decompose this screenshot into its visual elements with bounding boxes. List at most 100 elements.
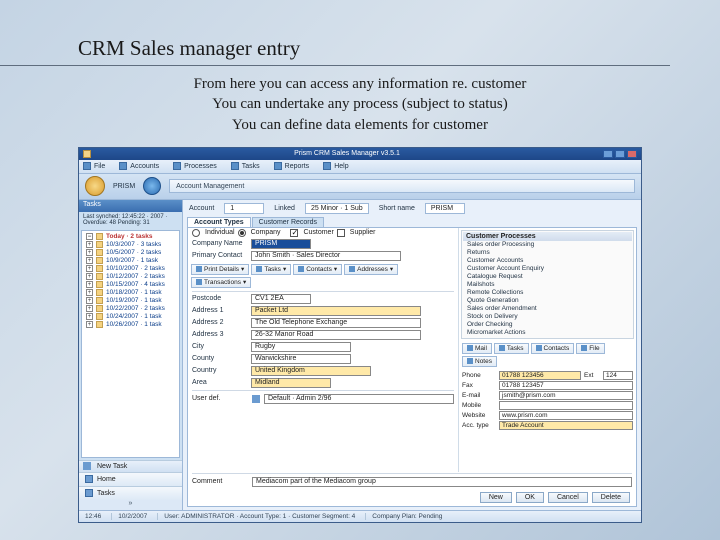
- tb-rtasks[interactable]: Tasks: [494, 343, 529, 354]
- expand-icon[interactable]: +: [86, 321, 93, 328]
- tb-transactions[interactable]: Transactions ▾: [191, 277, 251, 288]
- primary-contact-select[interactable]: John Smith · Sales Director: [251, 251, 401, 261]
- breadcrumb[interactable]: Account Management: [169, 179, 635, 193]
- userdef-input[interactable]: Default · Admin 2/96: [264, 394, 454, 404]
- proc-item[interactable]: Micromarket Actions: [463, 329, 632, 337]
- tree-node[interactable]: +10/18/2007 · 1 task: [84, 289, 177, 297]
- tree-node[interactable]: +10/5/2007 · 2 tasks: [84, 249, 177, 257]
- tree-node[interactable]: +10/3/2007 · 3 tasks: [84, 241, 177, 249]
- process-list: Customer Processes Sales order Processin…: [461, 230, 634, 339]
- new-task-label[interactable]: New Task: [97, 463, 127, 470]
- delete-button[interactable]: Delete: [592, 492, 630, 503]
- proc-item[interactable]: Customer Account Enquiry: [463, 265, 632, 273]
- tb-contacts[interactable]: Contacts ▾: [293, 264, 342, 275]
- fax-input[interactable]: 01788 123457: [499, 381, 633, 390]
- globe-icon[interactable]: [143, 177, 161, 195]
- proc-item[interactable]: Order Checking: [463, 321, 632, 329]
- expand-icon[interactable]: +: [86, 241, 93, 248]
- app-orb-icon[interactable]: [85, 176, 105, 196]
- tree-node[interactable]: +10/12/2007 · 2 tasks: [84, 273, 177, 281]
- proc-item[interactable]: Sales order Amendment: [463, 305, 632, 313]
- ok-button[interactable]: OK: [516, 492, 544, 503]
- maximize-button[interactable]: [615, 150, 625, 158]
- tb-file[interactable]: File: [576, 343, 604, 354]
- folder-icon: [96, 297, 103, 304]
- tree-node[interactable]: +10/26/2007 · 1 task: [84, 321, 177, 329]
- proc-item[interactable]: Stock on Delivery: [463, 313, 632, 321]
- tab-account-types[interactable]: Account Types: [187, 217, 251, 227]
- menu-tasks[interactable]: Tasks: [231, 162, 260, 170]
- individual-label: Individual: [205, 229, 235, 236]
- userdef-icon[interactable]: [252, 395, 260, 403]
- minimize-button[interactable]: [603, 150, 613, 158]
- menu-reports[interactable]: Reports: [274, 162, 310, 170]
- tb-addresses[interactable]: Addresses ▾: [344, 264, 398, 275]
- postcode-input[interactable]: CV1 2EA: [251, 294, 311, 304]
- proc-item[interactable]: Sales order Processing: [463, 241, 632, 249]
- close-button[interactable]: [627, 150, 637, 158]
- menu-file[interactable]: File: [83, 162, 105, 170]
- expand-icon[interactable]: +: [86, 273, 93, 280]
- new-button[interactable]: New: [480, 492, 512, 503]
- radio-company[interactable]: [238, 229, 246, 237]
- expand-icon[interactable]: +: [86, 281, 93, 288]
- expand-icon[interactable]: +: [86, 249, 93, 256]
- proc-item[interactable]: Catalogue Request: [463, 273, 632, 281]
- expand-icon[interactable]: +: [86, 305, 93, 312]
- web-input[interactable]: www.prism.com: [499, 411, 633, 420]
- mobile-input[interactable]: [499, 401, 633, 410]
- proc-item[interactable]: Remote Collections: [463, 289, 632, 297]
- menu-help[interactable]: Help: [323, 162, 348, 170]
- sidebar-nav-tasks[interactable]: Tasks: [79, 486, 182, 500]
- sidebar-nav-expand[interactable]: »: [79, 500, 182, 510]
- tb-print[interactable]: Print Details ▾: [191, 264, 249, 275]
- country-select[interactable]: United Kingdom: [251, 366, 371, 376]
- proc-item[interactable]: Quote Generation: [463, 297, 632, 305]
- comment-input[interactable]: Mediacom part of the Mediacom group: [252, 477, 632, 487]
- tree-root[interactable]: −Today · 2 tasks: [84, 233, 177, 241]
- tree-node[interactable]: +10/10/2007 · 2 tasks: [84, 265, 177, 273]
- acctype-select[interactable]: Trade Account: [499, 421, 633, 430]
- menu-processes[interactable]: Processes: [173, 162, 217, 170]
- area-select[interactable]: Midland: [251, 378, 331, 388]
- tree-node[interactable]: +10/24/2007 · 1 task: [84, 313, 177, 321]
- tb-rcontacts[interactable]: Contacts: [531, 343, 575, 354]
- proc-item[interactable]: Customer Accounts: [463, 257, 632, 265]
- expand-icon[interactable]: +: [86, 297, 93, 304]
- city-input[interactable]: Rugby: [251, 342, 351, 352]
- sidebar-nav-home[interactable]: Home: [79, 472, 182, 486]
- phone-input[interactable]: 01788 123456: [499, 371, 581, 380]
- shortname-value[interactable]: PRISM: [425, 203, 465, 214]
- county-input[interactable]: Warwickshire: [251, 354, 351, 364]
- tb-mail[interactable]: Mail: [462, 343, 492, 354]
- addr2-input[interactable]: The Old Telephone Exchange: [251, 318, 421, 328]
- addr1-input[interactable]: Packet Ltd: [251, 306, 421, 316]
- tree-node[interactable]: +10/15/2007 · 4 tasks: [84, 281, 177, 289]
- status-time: 12:46: [85, 513, 101, 520]
- company-name-input[interactable]: PRISM: [251, 239, 311, 249]
- ext-input[interactable]: 124: [603, 371, 633, 380]
- tab-customer-records[interactable]: Customer Records: [252, 217, 324, 227]
- new-task-icon[interactable]: [83, 462, 91, 470]
- tree-node[interactable]: +10/19/2007 · 1 task: [84, 297, 177, 305]
- proc-item[interactable]: Returns: [463, 249, 632, 257]
- expand-icon[interactable]: +: [86, 257, 93, 264]
- expand-icon[interactable]: +: [86, 313, 93, 320]
- tb-notes[interactable]: Notes: [462, 356, 497, 367]
- check-customer[interactable]: [290, 229, 298, 237]
- expand-icon[interactable]: +: [86, 265, 93, 272]
- collapse-icon[interactable]: −: [86, 233, 93, 240]
- tree-node[interactable]: +10/22/2007 · 2 tasks: [84, 305, 177, 313]
- radio-individual[interactable]: [192, 229, 200, 237]
- expand-icon[interactable]: +: [86, 289, 93, 296]
- addr3-input[interactable]: 26-32 Manor Road: [251, 330, 421, 340]
- task-tree[interactable]: −Today · 2 tasks +10/3/2007 · 3 tasks +1…: [81, 230, 180, 458]
- account-value[interactable]: 1: [224, 203, 264, 214]
- tree-node[interactable]: +10/9/2007 · 1 task: [84, 257, 177, 265]
- menu-accounts[interactable]: Accounts: [119, 162, 159, 170]
- tb-tasks[interactable]: Tasks ▾: [251, 264, 291, 275]
- email-input[interactable]: jsmith@prism.com: [499, 391, 633, 400]
- check-supplier[interactable]: [337, 229, 345, 237]
- cancel-button[interactable]: Cancel: [548, 492, 588, 503]
- proc-item[interactable]: Mailshots: [463, 281, 632, 289]
